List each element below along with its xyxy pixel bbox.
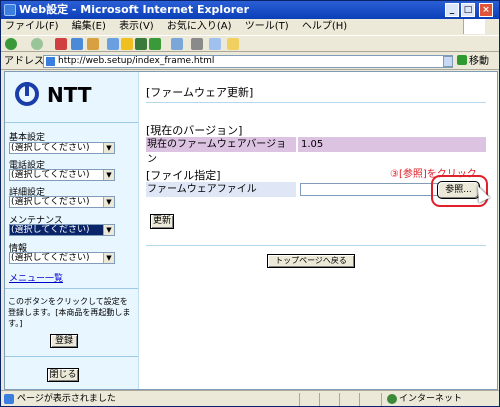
current-version-row: 現在のファームウェアバージョン 1.05 — [146, 137, 486, 165]
close-button[interactable]: 閉じる — [47, 368, 79, 382]
minimize-button[interactable]: _ — [445, 3, 459, 17]
main-panel: [ファームウェア更新] [現在のバージョン] 現在のファームウェアバージョン 1… — [140, 72, 497, 389]
mail-icon[interactable] — [171, 38, 183, 50]
update-button[interactable]: 更新 — [150, 214, 174, 229]
menu-view[interactable]: 表示(V) — [119, 21, 154, 32]
back-to-top-button[interactable]: トップページへ戻る — [267, 254, 355, 268]
select-basic-value: (選択してください) — [11, 143, 90, 153]
file-label: ファームウェアファイル — [146, 182, 296, 197]
status-divider — [381, 393, 382, 406]
menu-tools[interactable]: ツール(T) — [245, 21, 289, 32]
divider — [5, 288, 138, 289]
firmware-file-input[interactable] — [300, 183, 440, 196]
favorites-icon[interactable] — [121, 38, 133, 50]
history-icon[interactable] — [149, 38, 161, 50]
ntt-logo-icon — [15, 82, 39, 106]
current-version-value: 1.05 — [298, 137, 486, 152]
refresh-icon[interactable] — [71, 38, 83, 50]
back-icon[interactable] — [5, 38, 17, 50]
divider — [5, 356, 138, 357]
go-button[interactable]: 移動 — [457, 55, 497, 68]
select-basic[interactable]: (選択してください) ▼ — [9, 142, 115, 154]
ie-icon — [4, 4, 16, 16]
menu-edit[interactable]: 編集(E) — [72, 21, 106, 32]
menu-bar: ファイル(F) 編集(E) 表示(V) お気に入り(A) ツール(T) ヘルプ(… — [1, 19, 499, 34]
edit-icon[interactable] — [209, 38, 221, 50]
menu-help[interactable]: ヘルプ(H) — [302, 21, 347, 32]
select-advanced[interactable]: (選択してください) ▼ — [9, 196, 115, 208]
sidebar: NTT 基本設定 (選択してください) ▼ 電話設定 (選択してください) ▼ … — [5, 72, 139, 389]
register-note: このボタンをクリックして設定を登録します。[本商品を再起動します。] — [8, 297, 131, 328]
chevron-down-icon: ▼ — [103, 225, 114, 235]
title-bar: Web設定 - Microsoft Internet Explorer _ □ … — [1, 1, 499, 19]
folder-icon[interactable] — [227, 38, 239, 50]
select-maintenance-value: (選択してください) — [11, 225, 90, 235]
page-title: [ファームウェア更新] — [146, 86, 254, 99]
select-info-value: (選択してください) — [11, 253, 90, 263]
register-button[interactable]: 登録 — [50, 334, 78, 348]
browser-window: Web設定 - Microsoft Internet Explorer _ □ … — [0, 0, 500, 407]
home-icon[interactable] — [87, 38, 99, 50]
select-maintenance[interactable]: (選択してください) ▼ — [9, 224, 115, 236]
windows-logo-icon — [463, 19, 485, 34]
internet-zone-icon — [387, 394, 397, 404]
address-url: http://web.setup/index_frame.html — [58, 56, 215, 66]
select-phone-value: (選択してください) — [11, 170, 90, 180]
status-divider — [359, 393, 360, 406]
current-version-heading: [現在のバージョン] — [146, 124, 243, 137]
menu-favorites[interactable]: お気に入り(A) — [167, 21, 232, 32]
search-icon[interactable] — [107, 38, 119, 50]
chevron-down-icon: ▼ — [103, 197, 114, 207]
status-bar: ページが表示されました インターネット — [1, 390, 499, 407]
address-input[interactable]: http://web.setup/index_frame.html — [43, 55, 453, 68]
page-done-icon — [4, 394, 14, 404]
window-title: Web設定 - Microsoft Internet Explorer — [19, 3, 250, 16]
zone-label: インターネット — [399, 394, 463, 404]
forward-icon[interactable] — [31, 38, 43, 50]
status-divider — [319, 393, 320, 406]
go-arrow-icon — [457, 55, 467, 65]
maximize-button[interactable]: □ — [461, 3, 475, 17]
status-divider — [339, 393, 340, 406]
address-bar: アドレス(D) http://web.setup/index_frame.htm… — [1, 53, 499, 70]
chevron-down-icon: ▼ — [103, 253, 114, 263]
logo-text: NTT — [47, 83, 92, 107]
address-dropdown-icon[interactable] — [443, 56, 453, 67]
close-window-button[interactable]: × — [479, 3, 493, 17]
status-divider — [299, 393, 300, 406]
chevron-down-icon: ▼ — [103, 143, 114, 153]
file-heading: [ファイル指定] — [146, 169, 221, 182]
divider — [146, 102, 486, 103]
page-content: NTT 基本設定 (選択してください) ▼ 電話設定 (選択してください) ▼ … — [4, 71, 498, 390]
status-message: ページが表示されました — [17, 394, 116, 404]
media-icon[interactable] — [135, 38, 147, 50]
select-advanced-value: (選択してください) — [11, 197, 90, 207]
divider — [146, 245, 486, 246]
menu-file[interactable]: ファイル(F) — [5, 21, 59, 32]
page-icon — [46, 57, 55, 66]
stop-icon[interactable] — [55, 38, 67, 50]
menu-list-link[interactable]: メニュー一覧 — [9, 271, 63, 284]
select-phone[interactable]: (選択してください) ▼ — [9, 169, 115, 181]
divider — [5, 122, 138, 123]
toolbar — [1, 35, 499, 52]
select-info[interactable]: (選択してください) ▼ — [9, 252, 115, 264]
go-label: 移動 — [469, 56, 489, 67]
current-version-label: 現在のファームウェアバージョン — [146, 137, 296, 165]
print-icon[interactable] — [191, 38, 203, 50]
chevron-down-icon: ▼ — [103, 170, 114, 180]
ntt-logo: NTT — [15, 80, 125, 110]
